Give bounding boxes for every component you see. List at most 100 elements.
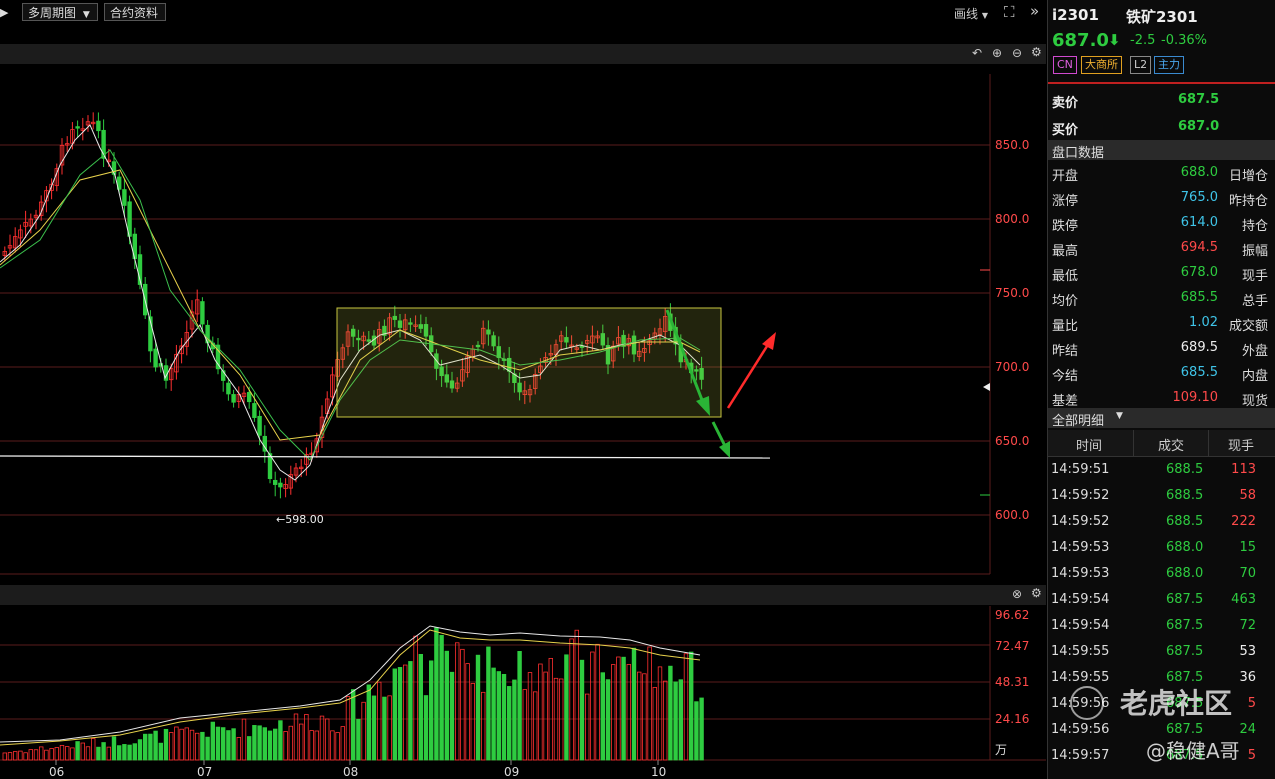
volume-bar xyxy=(517,651,522,761)
tick-time: 14:59:56 xyxy=(1051,722,1110,737)
volume-bar xyxy=(7,752,13,761)
volume-axis: 96.62 72.47 48.31 24.16 万 xyxy=(995,608,1029,757)
volume-bar xyxy=(694,701,699,761)
volume-axis-label: 24.16 xyxy=(995,712,1029,726)
volume-bar xyxy=(423,695,429,761)
stat-row: 均价 685.5 总手 xyxy=(1048,286,1275,311)
stat-label: 涨停 xyxy=(1052,194,1079,209)
tick-row[interactable]: 14:59:53 688.0 15 xyxy=(1048,535,1275,561)
tick-volume: 72 xyxy=(1239,618,1256,633)
volume-bar xyxy=(506,686,512,761)
volume-bar xyxy=(356,718,361,761)
tick-row[interactable]: 14:59:54 687.5 72 xyxy=(1048,613,1275,639)
stat-row: 昨结 689.5 外盘 xyxy=(1048,336,1275,361)
volume-bar xyxy=(148,733,153,761)
candle-body xyxy=(272,479,278,485)
volume-bar xyxy=(205,736,210,761)
price-axis: 850.0 800.0 750.0 700.0 650.0 600.0 xyxy=(995,138,1029,522)
panel-title-bar[interactable]: 盘口数据 xyxy=(1048,140,1275,161)
tick-row[interactable]: 14:59:54 687.5 463 xyxy=(1048,587,1275,613)
volume-bar xyxy=(241,718,247,761)
volume-bar xyxy=(657,666,663,761)
volume-bar xyxy=(652,687,657,761)
volume-bar xyxy=(174,726,179,761)
stat-label: 跌停 xyxy=(1052,219,1079,234)
ask-price: 687.5 xyxy=(1178,92,1220,107)
volume-bar xyxy=(439,634,444,761)
tag-cn: CN xyxy=(1053,56,1077,74)
volume-bar xyxy=(569,638,574,761)
volume-bar xyxy=(39,746,44,761)
volume-bar xyxy=(408,661,413,761)
volume-bar xyxy=(210,721,215,761)
stat-value: 109.10 xyxy=(1172,390,1219,405)
volume-bar xyxy=(345,696,351,761)
bid-price: 687.0 xyxy=(1178,119,1220,134)
kline-chart[interactable]: 850.0 800.0 750.0 700.0 650.0 600.0 ←598… xyxy=(0,0,1046,779)
price-axis-label: 850.0 xyxy=(995,138,1029,152)
stat-label: 最高 xyxy=(1052,244,1079,259)
volume-bar xyxy=(246,736,252,761)
stat-label: 基差 xyxy=(1052,394,1079,409)
volume-bar xyxy=(257,725,262,761)
stat-row: 跌停 614.0 持仓 xyxy=(1048,211,1275,236)
volume-bar xyxy=(611,664,616,761)
volume-bar xyxy=(392,668,397,761)
volume-bar xyxy=(501,673,507,761)
support-line[interactable] xyxy=(0,455,771,459)
stat-value: 685.5 xyxy=(1180,290,1218,305)
low-price-marker: ←598.00 xyxy=(276,513,324,526)
volume-bar xyxy=(252,725,257,761)
volume-bar xyxy=(449,671,455,761)
volume-bar xyxy=(486,646,491,761)
tick-row[interactable]: 14:59:51 688.5 113 xyxy=(1048,457,1275,483)
tick-row[interactable]: 14:59:53 688.0 70 xyxy=(1048,561,1275,587)
volume-bar xyxy=(278,720,283,761)
volume-bar xyxy=(179,728,184,761)
volume-bar xyxy=(101,742,106,761)
chevron-down-icon[interactable]: ▼ xyxy=(1116,411,1123,421)
candle-body xyxy=(75,126,80,129)
tick-row[interactable]: 14:59:55 687.5 53 xyxy=(1048,639,1275,665)
stat-label: 昨结 xyxy=(1052,344,1079,359)
volume-bar xyxy=(184,727,189,761)
stat-label-secondary: 成交额 xyxy=(1228,319,1268,334)
volume-bar xyxy=(132,743,137,761)
stat-row: 最高 694.5 振幅 xyxy=(1048,236,1275,261)
candle-body xyxy=(246,391,252,403)
volume-bar xyxy=(413,635,418,761)
stat-label-secondary: 现手 xyxy=(1241,269,1268,284)
up-arrow-drawing[interactable] xyxy=(726,332,776,409)
stat-label: 量比 xyxy=(1052,319,1079,334)
chart-area[interactable]: ▶ 多周期图 ▼ 合约资料 画线 ▼ ⛶ » ↶ ⊕ ⊖ ⚙ ⊗ ⚙ 850.0… xyxy=(0,0,1046,779)
volume-bar xyxy=(304,714,309,761)
volume-bar xyxy=(361,701,366,761)
volume-bar xyxy=(480,691,486,761)
tick-row[interactable]: 14:59:52 688.5 222 xyxy=(1048,509,1275,535)
consolidation-box[interactable] xyxy=(336,307,722,418)
down-arrow-icon: ⬇ xyxy=(1108,31,1121,49)
volume-bar xyxy=(324,718,330,761)
volume-bar xyxy=(158,742,163,761)
stat-value: 688.0 xyxy=(1180,165,1218,180)
volume-bar xyxy=(585,693,590,761)
tick-volume: 15 xyxy=(1239,540,1256,555)
tag-main: 主力 xyxy=(1154,56,1184,74)
time-axis: 06 07 08 09 10 xyxy=(49,760,666,779)
tick-time: 14:59:54 xyxy=(1051,592,1110,607)
tick-time: 14:59:57 xyxy=(1051,748,1110,763)
volume-bar xyxy=(512,679,517,761)
volume-bar xyxy=(496,671,501,761)
watermark-logo: 老虎社区 xyxy=(1070,682,1275,722)
volume-bar xyxy=(283,731,288,761)
volume-bar xyxy=(590,651,595,761)
volume-bar xyxy=(80,742,85,761)
tick-row[interactable]: 14:59:52 688.5 58 xyxy=(1048,483,1275,509)
details-title-bar[interactable]: 全部明细 ▼ xyxy=(1048,408,1275,429)
volume-bar xyxy=(18,750,23,761)
column-divider xyxy=(1133,430,1134,456)
price-axis-label: 600.0 xyxy=(995,508,1029,522)
volume-bar xyxy=(96,746,101,761)
volume-bar xyxy=(49,748,54,761)
volume-bar xyxy=(231,728,236,761)
